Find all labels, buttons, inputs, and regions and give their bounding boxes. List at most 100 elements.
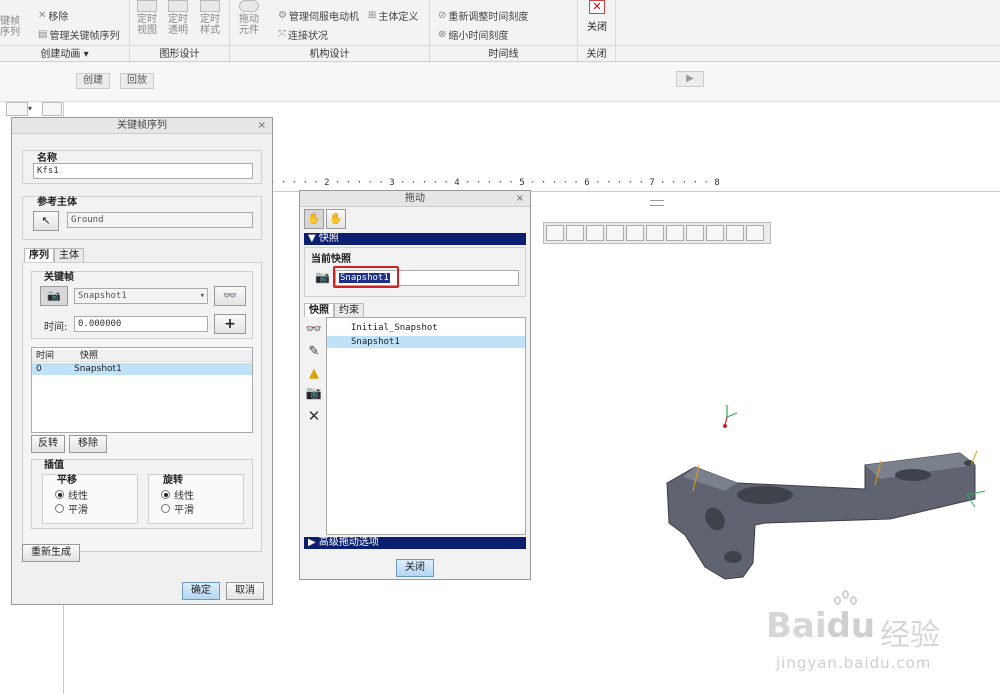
list-header: 时间 快照 bbox=[32, 350, 252, 362]
scroll-grip[interactable] bbox=[650, 200, 664, 206]
ribbon-group-animation: 键帧 序列 ✕ 移除 ▤ 管理关键帧序列 创建动画 ▾ bbox=[0, 0, 130, 62]
add-keyframe-button[interactable]: + bbox=[214, 314, 246, 334]
save-snapshot-icon[interactable]: 📷 bbox=[304, 385, 324, 403]
fix-view-button[interactable]: 定时 视图 bbox=[134, 0, 160, 36]
chevron-down-icon[interactable]: ▾ bbox=[28, 104, 32, 113]
manage-keyframe-seq-button[interactable]: ▤ 管理关键帧序列 bbox=[38, 27, 119, 42]
translate-label: 平移 bbox=[57, 475, 77, 486]
grid-icon[interactable] bbox=[42, 102, 62, 116]
close-icon[interactable]: × bbox=[258, 118, 266, 134]
name-input[interactable]: Kfs1 bbox=[33, 163, 253, 179]
display-snapshot-glasses-icon[interactable]: 👓 bbox=[304, 321, 324, 339]
remove-button[interactable]: ✕ 移除 bbox=[38, 8, 68, 23]
time-label: 时间: bbox=[44, 322, 68, 333]
group-mechanism-label: 机构设计 bbox=[309, 49, 350, 60]
zoom-in-icon[interactable] bbox=[566, 225, 584, 241]
close-drag-button[interactable]: 关闭 bbox=[396, 559, 434, 577]
playback-button[interactable]: 回放 bbox=[120, 73, 154, 89]
list-item[interactable]: Initial_Snapshot bbox=[327, 322, 525, 334]
rotate-label: 旋转 bbox=[163, 475, 183, 486]
ribbon-group-timeline: ⊘ 重新调整时间刻度 ⊗ 缩小时间刻度 时间线 bbox=[430, 0, 578, 62]
select-body-button[interactable]: ↖ bbox=[33, 211, 59, 231]
connection-status-button[interactable]: ⤧ 连接状况 bbox=[278, 27, 328, 42]
keyframe-dialog-titlebar[interactable]: 关键帧序列 × bbox=[12, 118, 272, 134]
glasses-icon: 👓 bbox=[223, 289, 237, 302]
view-toolbar bbox=[543, 222, 771, 244]
regenerate-button[interactable]: 重新生成 bbox=[22, 544, 80, 562]
ribbon-group-graphics: 定时 视图 定时 透明 定时 样式 图形设计 bbox=[130, 0, 230, 62]
time-input[interactable]: 0.000000 bbox=[74, 316, 208, 332]
zoom-out-icon[interactable] bbox=[586, 225, 604, 241]
watermark-url: jingyan.baidu.com bbox=[776, 654, 932, 672]
zoom-fit-icon[interactable] bbox=[546, 225, 564, 241]
play-button[interactable]: ▶ bbox=[676, 71, 704, 87]
rotate-smooth-radio[interactable]: 平滑 bbox=[161, 501, 194, 516]
remove-keyframe-button[interactable]: 移除 bbox=[69, 435, 107, 453]
manage-servo-button[interactable]: ⚙ 管理伺服电动机 bbox=[278, 8, 359, 23]
snapshot-section-header[interactable]: ▼ 快照 bbox=[304, 233, 526, 245]
translate-linear-radio[interactable]: 线性 bbox=[55, 487, 88, 502]
dialog-title: 关键帧序列 bbox=[117, 120, 167, 131]
mechanism-model[interactable] bbox=[655, 395, 1000, 590]
tab-snapshot[interactable]: 快照 bbox=[304, 303, 334, 317]
ok-button[interactable]: 确定 bbox=[182, 582, 220, 600]
shading-icon[interactable] bbox=[626, 225, 644, 241]
hand-icon bbox=[239, 0, 259, 12]
tab-sequence[interactable]: 序列 bbox=[24, 248, 54, 262]
fix-style-button[interactable]: 定时 样式 bbox=[197, 0, 223, 36]
tab-constraint[interactable]: 约束 bbox=[334, 303, 364, 317]
snapshot-list[interactable]: Initial_Snapshot Snapshot1 bbox=[326, 317, 526, 535]
style-icon bbox=[200, 0, 220, 12]
keyframe-seq-big-button[interactable]: 键帧 序列 bbox=[0, 16, 24, 38]
cancel-button[interactable]: 取消 bbox=[226, 582, 264, 600]
repaint-icon[interactable] bbox=[606, 225, 624, 241]
list-item[interactable]: 0 Snapshot1 bbox=[32, 363, 252, 375]
drag-body-button[interactable]: ✋ bbox=[326, 209, 346, 229]
group-animation-label[interactable]: 创建动画 ▾ bbox=[0, 45, 129, 60]
chevron-down-icon: ▾ bbox=[199, 291, 205, 301]
translate-smooth-radio[interactable]: 平滑 bbox=[55, 501, 88, 516]
edit-pencil-icon[interactable]: ✎ bbox=[304, 343, 324, 361]
take-snapshot-camera-icon[interactable]: 📷 bbox=[315, 270, 330, 284]
close-icon: ✕ bbox=[589, 0, 605, 14]
annotation-icon[interactable] bbox=[706, 225, 724, 241]
close-ribbon-button[interactable]: ✕ 关闭 bbox=[584, 0, 610, 33]
hand-body-icon: ✋ bbox=[329, 212, 343, 225]
keyframe-group: 关键帧 📷 Snapshot1 ▾ 👓 时间: 0.000000 + bbox=[31, 271, 253, 339]
mechanism-display-icon[interactable] bbox=[746, 225, 764, 241]
drag-point-button[interactable]: ✋ bbox=[304, 209, 324, 229]
group-close-label: 关闭 bbox=[586, 49, 607, 60]
rotate-group: 旋转 线性 平滑 bbox=[148, 474, 244, 524]
highlight-box bbox=[333, 266, 399, 288]
close-icon: ✕ bbox=[38, 10, 47, 21]
close-icon[interactable]: × bbox=[516, 191, 524, 207]
baidu-watermark: Baidu 经验 jingyan.baidu.com bbox=[760, 588, 1000, 694]
advanced-drag-options-header[interactable]: ▶ 高级拖动选项 bbox=[304, 537, 526, 549]
keyframe-list[interactable]: 时间 快照 0 Snapshot1 bbox=[31, 347, 253, 433]
display-style-icon[interactable] bbox=[666, 225, 684, 241]
tab-body[interactable]: 主体 bbox=[54, 248, 84, 262]
drag-component-button[interactable]: 拖动 元件 bbox=[236, 0, 262, 36]
cursor-icon: ↖ bbox=[41, 214, 51, 227]
rotate-linear-radio[interactable]: 线性 bbox=[161, 487, 194, 502]
view-snapshot-button[interactable]: 👓 bbox=[214, 286, 246, 306]
hand-icon: ✋ bbox=[307, 212, 321, 225]
saved-views-icon[interactable] bbox=[646, 225, 664, 241]
warning-icon[interactable]: ▲ bbox=[304, 365, 324, 383]
body-define-button[interactable]: ⊞ 主体定义 bbox=[368, 8, 418, 23]
reverse-button[interactable]: 反转 bbox=[31, 435, 65, 453]
view-icon bbox=[137, 0, 157, 12]
spin-center-icon[interactable] bbox=[726, 225, 744, 241]
delete-x-icon[interactable]: ✕ bbox=[304, 407, 324, 425]
readjust-timescale-button[interactable]: ⊘ 重新调整时间刻度 bbox=[438, 8, 528, 23]
shrink-timescale-button[interactable]: ⊗ 缩小时间刻度 bbox=[438, 27, 508, 42]
snapshot-camera-button[interactable]: 📷 bbox=[40, 286, 68, 306]
drag-dialog-titlebar[interactable]: 拖动 × bbox=[300, 191, 530, 207]
reference-body-group: 参考主体 ↖ Ground bbox=[22, 196, 262, 240]
list-item[interactable]: Snapshot1 bbox=[327, 336, 525, 348]
fix-transparency-button[interactable]: 定时 透明 bbox=[165, 0, 191, 36]
create-button[interactable]: 创建 bbox=[76, 73, 110, 89]
doc-icon[interactable] bbox=[6, 102, 28, 116]
datum-display-icon[interactable] bbox=[686, 225, 704, 241]
keyframe-select[interactable]: Snapshot1 ▾ bbox=[74, 288, 208, 304]
